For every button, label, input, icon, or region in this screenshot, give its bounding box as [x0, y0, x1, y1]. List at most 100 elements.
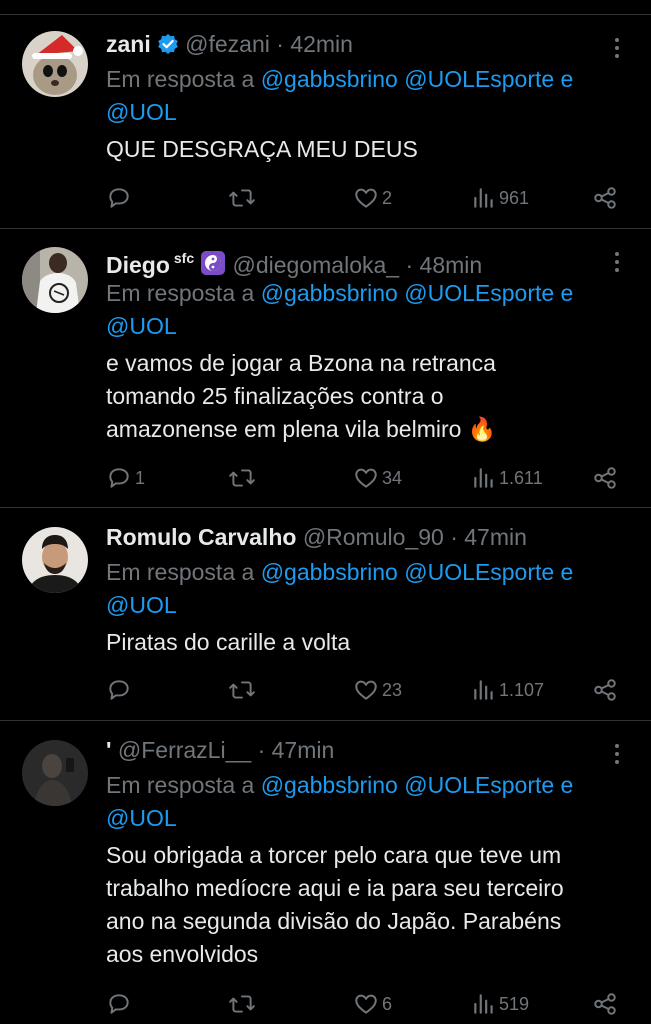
- user-handle[interactable]: @diegomaloka_: [233, 252, 400, 278]
- reply-icon: [109, 680, 129, 700]
- tweet-header: Diego sfc @diegomaloka_ · 48min: [106, 241, 621, 278]
- reply-icon: [109, 468, 129, 488]
- tweet-text: QUE DESGRAÇA MEU DEUS: [106, 136, 418, 162]
- share-button[interactable]: [592, 675, 618, 705]
- mention-link[interactable]: @UOL: [106, 805, 177, 831]
- reply-prefix: Em resposta a: [106, 772, 255, 798]
- reply-context: Em resposta a @gabbsbrino @UOLEsporte e …: [106, 277, 621, 343]
- tweet[interactable]: Diego sfc @diegomaloka_ · 48min Em respos…: [0, 229, 651, 508]
- share-icon: [594, 993, 616, 1015]
- mention-link[interactable]: @UOL: [106, 592, 177, 618]
- retweet-button[interactable]: [228, 989, 259, 1019]
- tweet-actions: 2 961: [106, 183, 626, 213]
- reply-prefix: Em resposta a: [106, 66, 255, 92]
- display-name[interactable]: Diego: [106, 252, 170, 278]
- separator-dot: ·: [276, 31, 284, 57]
- tweet-actions: 6 519: [106, 989, 626, 1019]
- avatar[interactable]: [22, 247, 88, 313]
- tweet-text-line: e vamos de jogar a Bzona na retranca: [106, 350, 496, 376]
- heart-icon: [355, 468, 377, 488]
- display-name[interactable]: ': [106, 737, 111, 763]
- mention-link[interactable]: @UOLEsporte: [404, 559, 554, 585]
- heart-icon: [355, 994, 377, 1014]
- retweet-button[interactable]: [228, 183, 259, 213]
- tweet-text-line: Sou obrigada a torcer pelo cara que teve…: [106, 842, 562, 868]
- mention-link[interactable]: @gabbsbrino: [261, 66, 398, 92]
- name-superscript: sfc: [173, 250, 195, 266]
- mention-link[interactable]: @UOLEsporte: [404, 772, 554, 798]
- timestamp[interactable]: 47min: [272, 737, 335, 763]
- timestamp[interactable]: 42min: [290, 31, 353, 57]
- tweet-text-line: trabalho medíocre aqui e ia para seu ter…: [106, 875, 564, 901]
- user-handle[interactable]: @Romulo_90: [303, 524, 444, 550]
- mention-link[interactable]: @UOLEsporte: [404, 66, 554, 92]
- retweet-icon: [229, 189, 255, 207]
- tweet-text: e vamos de jogar a Bzona na retranca tom…: [106, 347, 621, 446]
- more-options-icon[interactable]: [605, 245, 629, 279]
- timestamp[interactable]: 47min: [464, 524, 527, 550]
- tweet[interactable]: Romulo Carvalho @Romulo_90 · 47min Em re…: [0, 508, 651, 721]
- avatar[interactable]: [22, 740, 88, 806]
- reply-button[interactable]: [106, 183, 135, 213]
- display-name[interactable]: zani: [106, 31, 151, 57]
- reply-button[interactable]: 1: [106, 463, 145, 493]
- more-options-icon[interactable]: [605, 737, 629, 771]
- reply-context: Em resposta a @gabbsbrino @UOLEsporte e …: [106, 63, 621, 129]
- share-icon: [594, 187, 616, 209]
- tweet-header: Romulo Carvalho @Romulo_90 · 47min: [106, 520, 621, 554]
- retweet-icon: [229, 469, 255, 487]
- separator-dot: ·: [450, 524, 458, 550]
- share-icon: [594, 679, 616, 701]
- like-count: 2: [382, 187, 393, 208]
- views-button[interactable]: 1.611: [472, 463, 543, 493]
- mention-link[interactable]: @gabbsbrino: [261, 280, 398, 306]
- view-count: 1.611: [499, 467, 543, 488]
- reply-and: e: [560, 66, 574, 92]
- share-button[interactable]: [592, 463, 618, 493]
- tweet-header: zani @fezani · 42min: [106, 27, 621, 61]
- mention-link[interactable]: @UOL: [106, 313, 177, 339]
- heart-icon: [355, 188, 377, 208]
- more-options-icon[interactable]: [605, 31, 629, 65]
- mention-link[interactable]: @gabbsbrino: [261, 772, 398, 798]
- tweet-actions: 1 34 1.611: [106, 463, 626, 493]
- retweet-icon: [229, 995, 255, 1013]
- avatar[interactable]: [22, 31, 88, 97]
- share-button[interactable]: [592, 183, 618, 213]
- reply-context: Em resposta a @gabbsbrino @UOLEsporte e …: [106, 769, 621, 835]
- reply-icon: [109, 994, 129, 1014]
- like-count: 34: [382, 467, 403, 488]
- user-handle[interactable]: @FerrazLi__: [118, 737, 251, 763]
- verified-badge-icon: [157, 30, 179, 64]
- like-button[interactable]: 34: [353, 463, 402, 493]
- reply-prefix: Em resposta a: [106, 280, 255, 306]
- reply-context: Em resposta a @gabbsbrino @UOLEsporte e …: [106, 556, 621, 622]
- like-count: 23: [382, 679, 403, 700]
- mention-link[interactable]: @gabbsbrino: [261, 559, 398, 585]
- views-button[interactable]: 1.107: [472, 675, 544, 705]
- tweet-text-line: tomando 25 finalizações contra o: [106, 383, 444, 409]
- avatar[interactable]: [22, 527, 88, 593]
- tweet[interactable]: zani @fezani · 42min Em resposta a @gabb…: [0, 15, 651, 229]
- view-count: 1.107: [499, 679, 545, 700]
- user-handle[interactable]: @fezani: [185, 31, 270, 57]
- tweet-header: ' @FerrazLi__ · 47min: [106, 733, 621, 767]
- mention-link[interactable]: @UOLEsporte: [404, 280, 554, 306]
- views-chart-icon: [474, 188, 493, 208]
- views-button[interactable]: 961: [472, 183, 529, 213]
- like-button[interactable]: 23: [353, 675, 402, 705]
- views-button[interactable]: 519: [472, 989, 529, 1019]
- tweet[interactable]: ' @FerrazLi__ · 47min Em resposta a @gab…: [0, 721, 651, 1024]
- reply-button[interactable]: [106, 989, 135, 1019]
- display-name[interactable]: Romulo Carvalho: [106, 524, 296, 550]
- retweet-button[interactable]: [228, 675, 259, 705]
- retweet-button[interactable]: [228, 463, 259, 493]
- share-button[interactable]: [592, 989, 618, 1019]
- separator-dot: ·: [257, 737, 266, 763]
- timestamp[interactable]: 48min: [420, 252, 483, 278]
- like-button[interactable]: 2: [353, 183, 392, 213]
- reply-button[interactable]: [106, 675, 135, 705]
- share-icon: [594, 467, 616, 489]
- mention-link[interactable]: @UOL: [106, 99, 177, 125]
- like-button[interactable]: 6: [353, 989, 392, 1019]
